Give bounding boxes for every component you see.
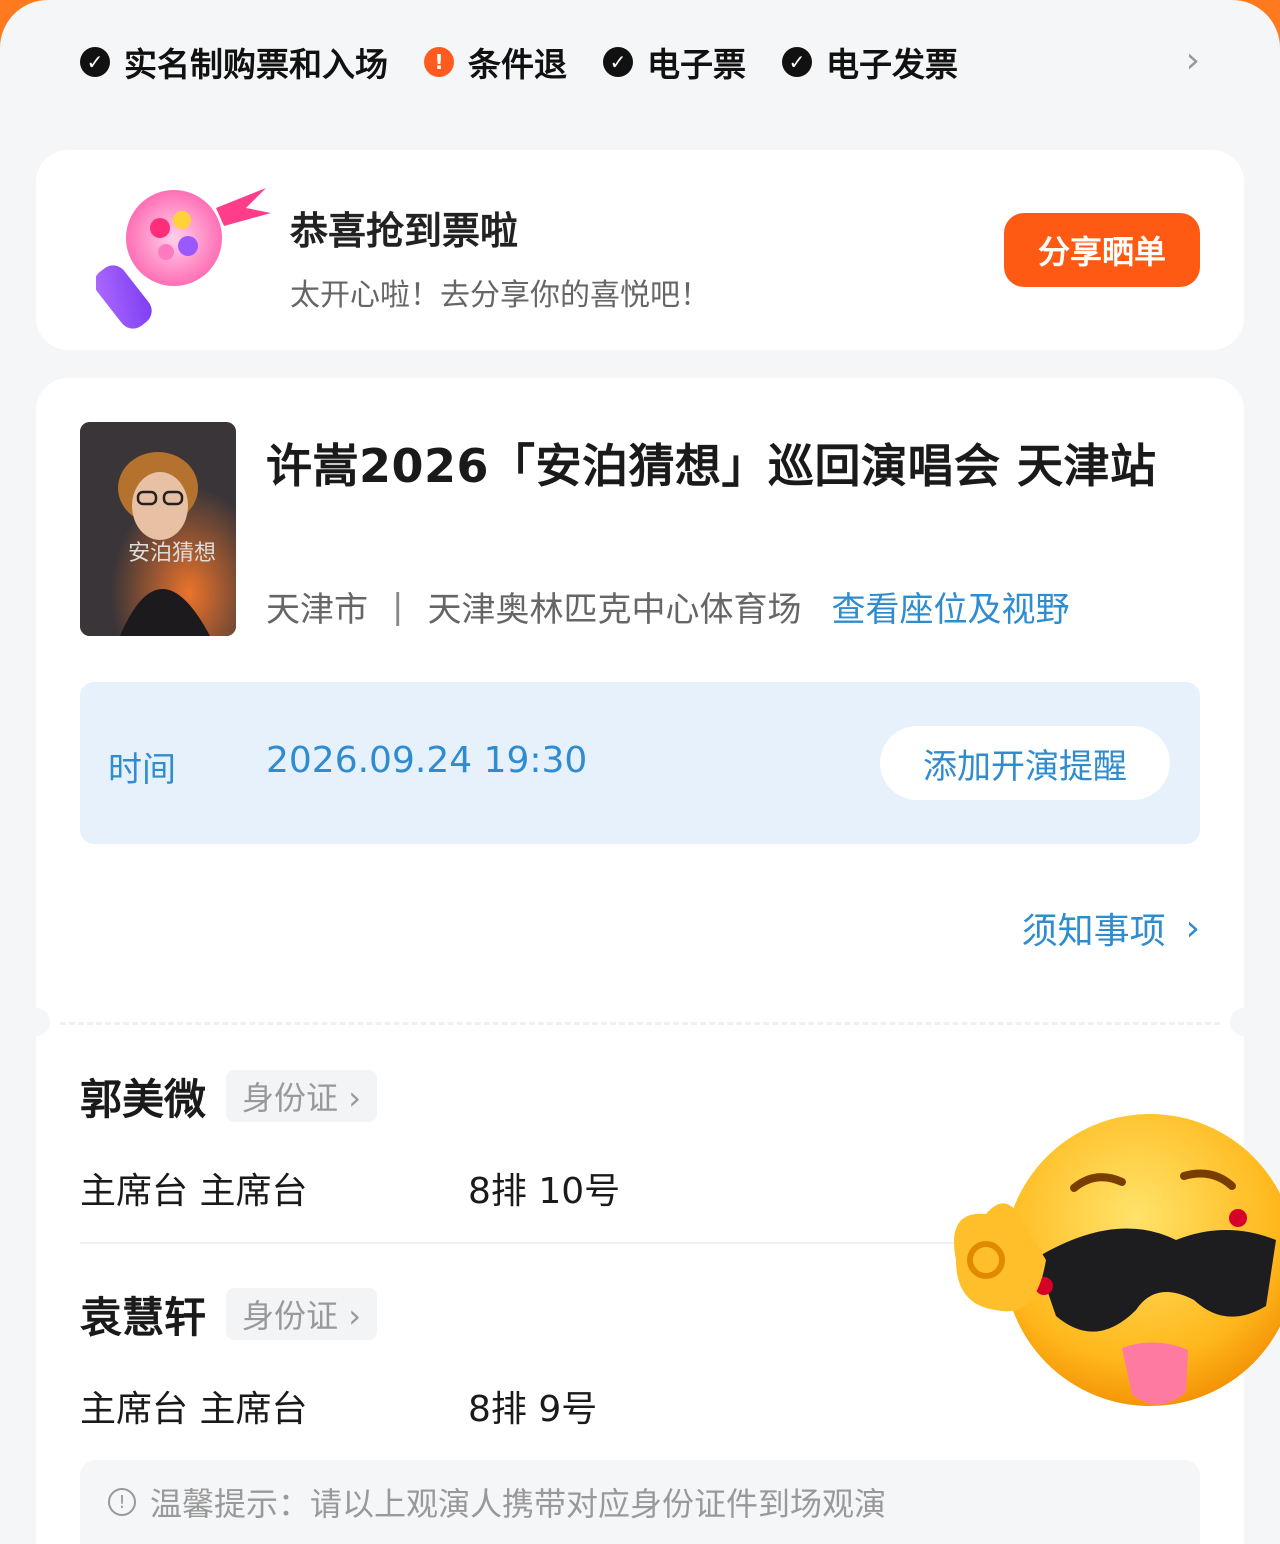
chevron-right-icon[interactable]: › xyxy=(1186,40,1200,81)
chevron-right-icon: › xyxy=(1185,907,1200,949)
congrats-card: 恭喜抢到票啦 太开心啦！去分享你的喜悦吧！ 分享晒单 xyxy=(36,150,1244,350)
guarantee-label: 电子发票 xyxy=(826,45,958,84)
check-icon: ✓ xyxy=(80,47,110,77)
poster-title: 安泊猜想 xyxy=(128,541,216,566)
share-button[interactable]: 分享晒单 xyxy=(1004,213,1200,287)
viewer-name: 袁慧轩 xyxy=(80,1292,207,1342)
seat-area: 主席台 主席台 xyxy=(80,1171,308,1212)
seat-number: 8排 9号 xyxy=(468,1389,598,1430)
show-title: 许嵩2026「安泊猜想」巡回演唱会 天津站 xyxy=(266,439,1157,493)
ticket-notch-right xyxy=(1230,1008,1258,1036)
ticket-notch-left xyxy=(22,1008,50,1036)
id-type-chip[interactable]: 身份证 › xyxy=(226,1070,377,1122)
guarantee-row[interactable]: ✓ 实名制购票和入场 ! 条件退 ✓ 电子票 ✓ 电子发票 › xyxy=(80,40,1200,84)
alert-icon: ! xyxy=(424,47,454,77)
tip-bar: ! 温馨提示：请以上观演人携带对应身份证件到场观演 xyxy=(80,1460,1200,1544)
guarantee-e-ticket: ✓ 电子票 xyxy=(603,38,746,86)
time-label: 时间 xyxy=(108,750,176,790)
time-value: 2026.09.24 19:30 xyxy=(266,740,588,781)
check-icon: ✓ xyxy=(603,47,633,77)
seat-view-link[interactable]: 查看座位及视野 xyxy=(831,582,1069,631)
lightstick-icon xyxy=(94,168,276,338)
congrats-title: 恭喜抢到票啦 xyxy=(290,209,519,253)
guarantee-label: 电子票 xyxy=(647,45,746,84)
guarantee-e-invoice: ✓ 电子发票 xyxy=(782,38,958,86)
venue-name: 天津奥林匹克中心体育场 xyxy=(427,590,802,630)
time-box: 时间 2026.09.24 19:30 添加开演提醒 xyxy=(80,682,1200,844)
venue-line: 天津市 | 天津奥林匹克中心体育场 查看座位及视野 xyxy=(266,582,1069,631)
notice-link[interactable]: 须知事项 › xyxy=(1022,902,1200,954)
venue-separator: | xyxy=(392,586,404,627)
guarantee-real-name: ✓ 实名制购票和入场 xyxy=(80,38,388,86)
tip-text: 温馨提示：请以上观演人携带对应身份证件到场观演 xyxy=(150,1485,887,1523)
city: 天津市 xyxy=(266,590,368,630)
notice-link-label: 须知事项 xyxy=(1021,911,1166,952)
show-poster[interactable]: 安泊猜想 xyxy=(80,422,236,636)
guarantee-label: 实名制购票和入场 xyxy=(124,45,388,84)
ticket-divider xyxy=(60,1022,1220,1025)
viewer-name: 郭美微 xyxy=(80,1074,207,1124)
info-icon: ! xyxy=(108,1488,136,1516)
check-icon: ✓ xyxy=(782,47,812,77)
add-reminder-button[interactable]: 添加开演提醒 xyxy=(880,726,1170,800)
seat-area: 主席台 主席台 xyxy=(80,1389,308,1430)
seat-number: 8排 10号 xyxy=(468,1171,621,1212)
cool-emoji-sticker xyxy=(926,1110,1280,1426)
guarantee-refund: ! 条件退 xyxy=(424,38,567,86)
guarantee-label: 条件退 xyxy=(468,45,567,84)
id-type-chip[interactable]: 身份证 › xyxy=(226,1288,377,1340)
congrats-subtitle: 太开心啦！去分享你的喜悦吧！ xyxy=(290,278,710,313)
